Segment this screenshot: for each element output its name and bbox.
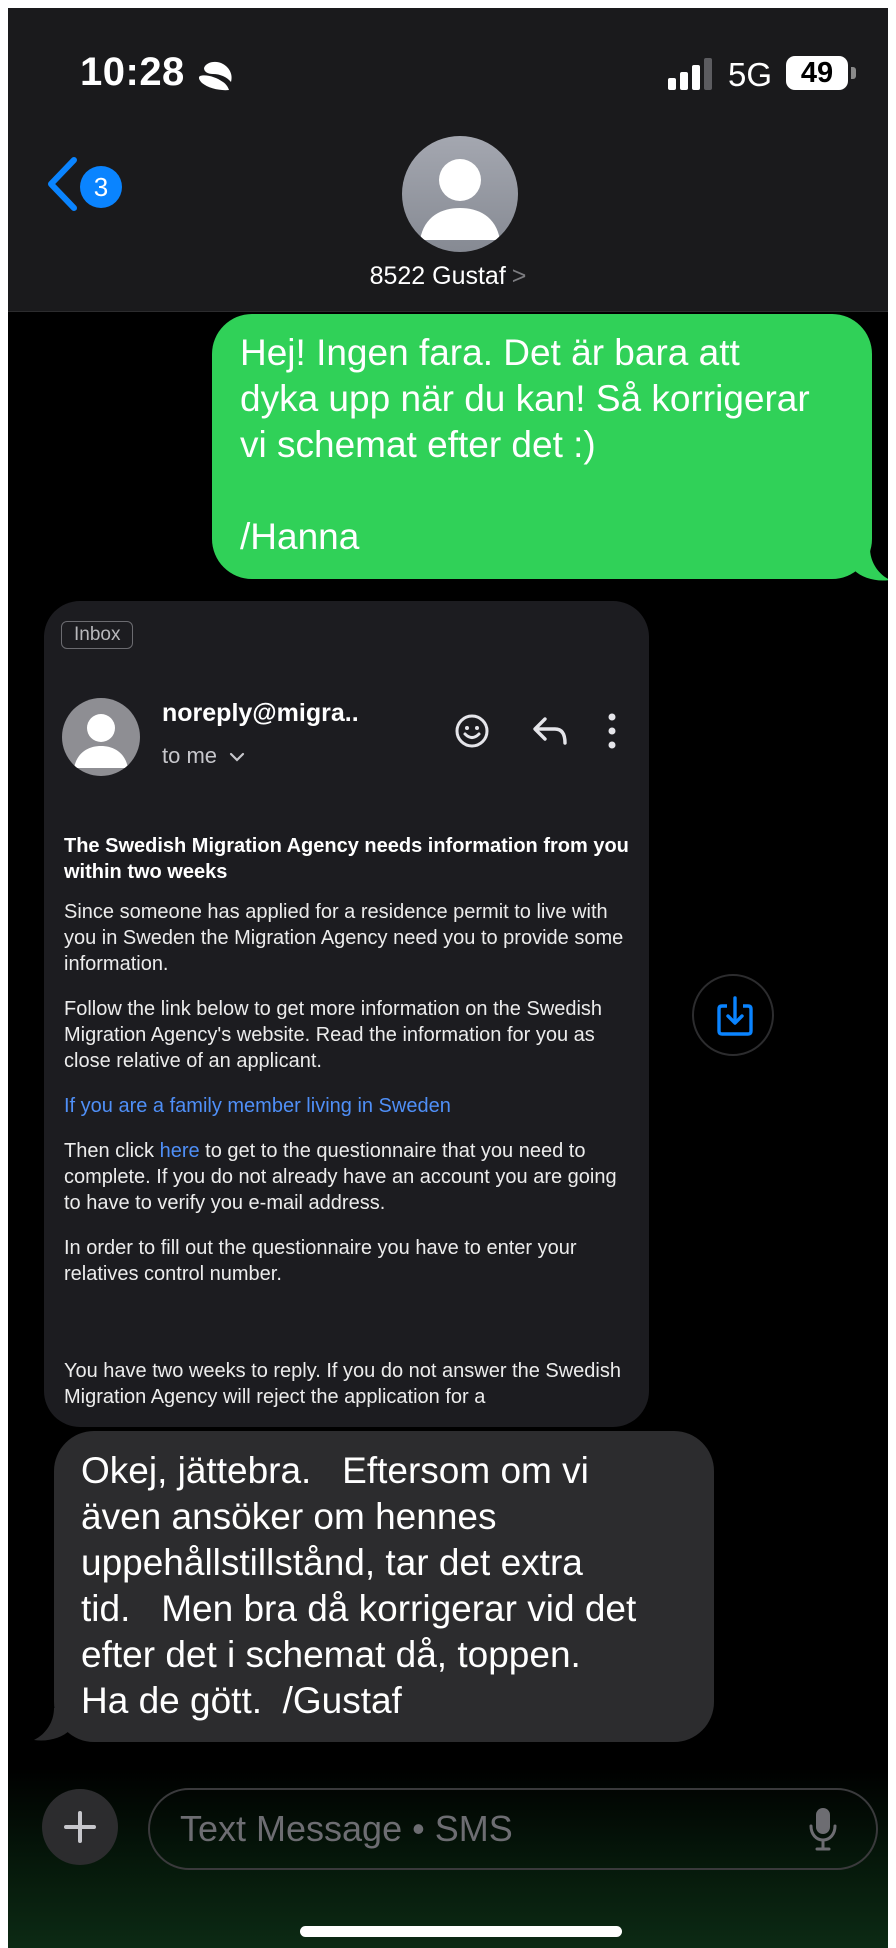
contact-name-label: 8522 Gustaf [369, 262, 506, 290]
message-input[interactable]: Text Message • SMS [148, 1788, 878, 1870]
home-indicator[interactable] [300, 1926, 622, 1937]
person-icon [420, 159, 500, 240]
email-link-family-member: If you are a family member living in Swe… [64, 1095, 451, 1117]
chevron-down-icon [230, 753, 245, 762]
compose-bar: Text Message • SMS [8, 1768, 888, 1948]
contact-name[interactable]: 8522 Gustaf > [8, 262, 888, 291]
network-type: 5G [728, 56, 773, 93]
inbox-label: Inbox [61, 621, 134, 649]
email-body: The Swedish Migration Agency needs infor… [64, 833, 634, 1427]
back-chevron-icon[interactable] [44, 156, 80, 212]
email-paragraph: In order to fill out the questionnaire y… [64, 1237, 577, 1285]
battery-cap [851, 67, 856, 79]
email-paragraph: Then click here to get to the questionna… [64, 1138, 634, 1216]
chevron-right-icon: > [511, 262, 527, 290]
status-bar: 10:28 5G 49 [8, 8, 888, 128]
more-vertical-icon [608, 713, 616, 749]
signal-icon [668, 58, 712, 90]
conversation-header: 3 8522 Gustaf > [8, 128, 888, 312]
microphone-icon[interactable] [808, 1806, 838, 1852]
email-paragraph: Since someone has applied for a residenc… [64, 901, 624, 975]
messages-screen: 10:28 5G 49 3 8522 Gustaf > Hej! Ingen f… [8, 8, 888, 1948]
unread-badge[interactable]: 3 [80, 166, 122, 208]
save-download-icon [717, 996, 753, 1036]
email-paragraph: Follow the link below to get more inform… [64, 998, 603, 1072]
email-sender: noreply@migra.. [162, 699, 359, 727]
recipient-label: to me [162, 743, 218, 768]
incoming-message-bubble[interactable]: Okej, jättebra. Eftersom om vi även ansö… [54, 1431, 714, 1742]
email-recipient: to me [162, 743, 245, 769]
email-screenshot-attachment[interactable]: Inbox noreply@migra.. to me The Swedish … [44, 601, 649, 1427]
email-text: Then click [64, 1140, 160, 1162]
outgoing-bubble-tail [854, 548, 888, 581]
plus-icon [64, 1811, 96, 1843]
email-link-here: here [159, 1140, 200, 1162]
reply-icon [533, 717, 567, 745]
email-paragraph: You have two weeks to reply. If you do n… [64, 1360, 621, 1408]
emoji-icon [455, 714, 489, 748]
save-attachment-button[interactable] [692, 974, 774, 1056]
outgoing-message-bubble[interactable]: Hej! Ingen fara. Det är bara att dyka up… [212, 314, 872, 579]
add-attachment-button[interactable] [42, 1789, 118, 1865]
battery-indicator: 49 [786, 56, 848, 90]
email-subject: The Swedish Migration Agency needs infor… [64, 835, 629, 883]
incoming-bubble-tail [34, 1708, 70, 1741]
sender-avatar [62, 698, 140, 776]
contact-avatar[interactable] [402, 136, 518, 252]
person-icon [74, 714, 128, 768]
moon-focus-icon [198, 61, 232, 91]
clock: 10:28 [80, 50, 185, 94]
